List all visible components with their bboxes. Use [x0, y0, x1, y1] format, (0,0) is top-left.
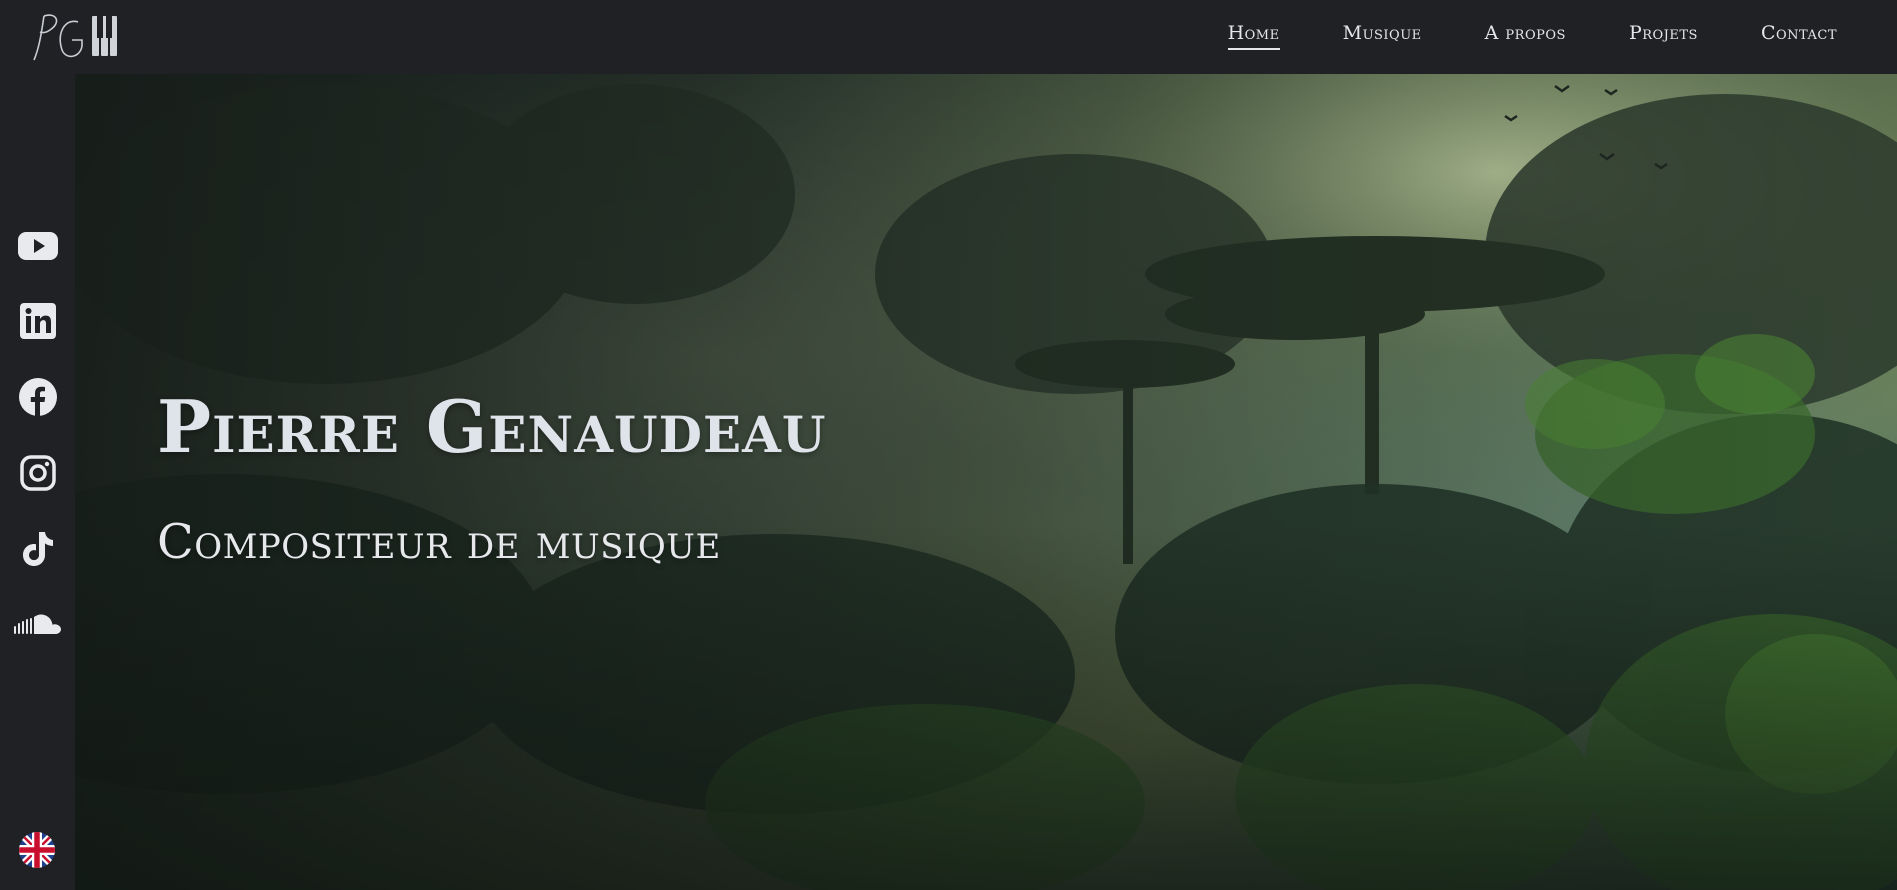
soundcloud-icon — [13, 614, 61, 634]
nav-musique[interactable]: Musique — [1343, 22, 1422, 50]
hero-title: Pierre Genaudeau — [157, 384, 827, 469]
nav-projets[interactable]: Projets — [1629, 22, 1698, 50]
language-switch-uk[interactable] — [19, 832, 55, 868]
social-sidebar — [0, 74, 75, 890]
top-navigation-bar: Home Musique A propos Projets Contact — [0, 0, 1897, 74]
youtube-icon — [17, 232, 58, 260]
hero-background-image — [75, 74, 1897, 890]
instagram-icon — [19, 455, 56, 491]
soundcloud-link[interactable] — [0, 600, 75, 650]
facebook-link[interactable] — [0, 372, 75, 422]
page: Pierre Genaudeau Compositeur de musique — [0, 0, 1897, 890]
main-navigation: Home Musique A propos Projets Contact — [1227, 22, 1837, 50]
hero-section: Pierre Genaudeau Compositeur de musique — [75, 74, 1897, 890]
linkedin-icon — [19, 303, 56, 339]
facebook-icon — [18, 378, 57, 416]
hero-subtitle: Compositeur de musique — [157, 514, 721, 570]
tiktok-link[interactable] — [0, 524, 75, 574]
uk-flag-icon — [19, 832, 55, 868]
site-logo[interactable] — [26, 6, 126, 66]
nav-home[interactable]: Home — [1227, 22, 1280, 50]
nav-contact[interactable]: Contact — [1761, 22, 1837, 50]
youtube-link[interactable] — [0, 221, 75, 271]
nav-a-propos[interactable]: A propos — [1485, 22, 1566, 50]
pg-piano-logo-icon — [33, 14, 117, 61]
instagram-link[interactable] — [0, 448, 75, 498]
linkedin-link[interactable] — [0, 296, 75, 346]
tiktok-icon — [22, 532, 53, 566]
